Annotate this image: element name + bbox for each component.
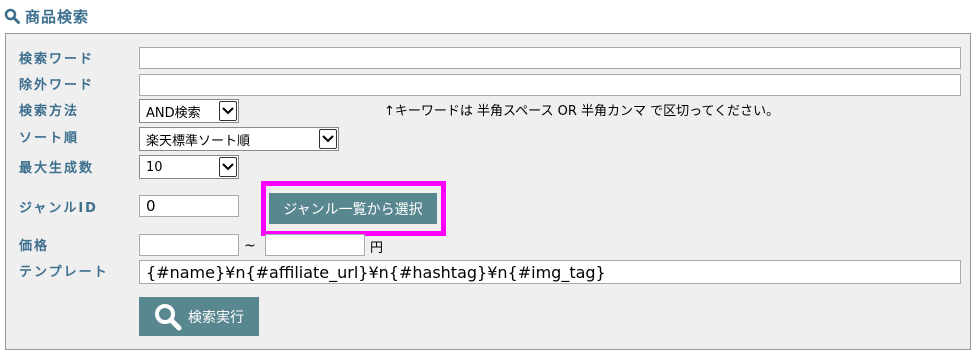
sort-select[interactable]: 楽天標準ソート順 [139,127,339,151]
highlight-box [261,181,446,236]
method-select[interactable]: AND検索 [139,99,239,123]
price-max-input[interactable] [265,234,365,256]
search-icon [155,303,182,330]
method-selected: AND検索 [146,105,201,121]
sort-label: ソート順 [19,131,80,146]
max-select[interactable]: 10 [139,155,239,179]
search-form-panel: 検索ワード 除外ワード 検索方法 AND検索 ↑キーワードは 半角スペース OR… [5,33,971,350]
template-input[interactable] [139,260,961,284]
price-range-separator: ~ [244,238,256,254]
genre-label: ジャンルID [19,201,98,216]
template-label: テンプレート [19,265,109,280]
max-selected: 10 [146,159,163,175]
chevron-down-icon [219,157,237,177]
keyword-label: 検索ワード [19,52,95,67]
search-submit-button[interactable]: 検索実行 [139,297,259,336]
exclude-label: 除外ワード [19,78,95,93]
page-header: 商品検索 [4,4,89,28]
sort-selected: 楽天標準ソート順 [146,133,251,149]
chevron-down-icon [219,101,237,121]
keyword-input[interactable] [139,47,961,69]
search-icon [4,8,20,24]
price-min-input[interactable] [139,234,239,256]
price-label: 価格 [19,239,50,254]
price-unit: 円 [370,241,384,256]
chevron-down-icon [319,129,337,149]
max-label: 最大生成数 [19,161,95,176]
genre-id-input[interactable] [139,195,239,217]
keyword-hint: ↑キーワードは 半角スペース OR 半角カンマ で区切ってください。 [384,104,780,119]
method-label: 検索方法 [19,104,80,119]
page-title: 商品検索 [25,7,90,26]
search-submit-label: 検索実行 [188,309,244,326]
exclude-input[interactable] [139,74,961,96]
